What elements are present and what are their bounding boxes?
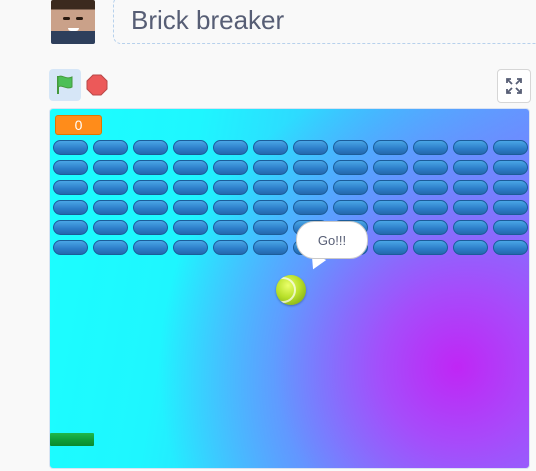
brick xyxy=(93,240,128,255)
brick xyxy=(373,180,408,195)
brick xyxy=(453,220,488,235)
brick xyxy=(333,140,368,155)
brick xyxy=(213,200,248,215)
brick xyxy=(53,160,88,175)
brick xyxy=(253,160,288,175)
brick xyxy=(493,240,528,255)
brick xyxy=(253,220,288,235)
stop-button[interactable] xyxy=(86,74,108,96)
avatar-eye xyxy=(76,17,83,20)
brick xyxy=(133,200,168,215)
brick xyxy=(93,200,128,215)
brick xyxy=(93,140,128,155)
project-title[interactable]: Brick breaker xyxy=(131,3,284,37)
brick xyxy=(53,220,88,235)
brick xyxy=(53,140,88,155)
brick xyxy=(453,180,488,195)
brick xyxy=(373,160,408,175)
brick xyxy=(453,160,488,175)
fullscreen-icon xyxy=(506,78,522,94)
avatar-eye xyxy=(63,17,70,20)
brick xyxy=(493,160,528,175)
brick xyxy=(373,200,408,215)
brick xyxy=(253,240,288,255)
game-stage[interactable]: 0 Go!!! xyxy=(49,108,530,469)
brick xyxy=(213,240,248,255)
green-flag-button[interactable] xyxy=(49,69,81,101)
brick xyxy=(413,240,448,255)
brick xyxy=(173,220,208,235)
brick xyxy=(133,240,168,255)
brick xyxy=(253,180,288,195)
brick xyxy=(413,160,448,175)
stop-sign-icon xyxy=(86,74,108,96)
brick xyxy=(53,200,88,215)
brick xyxy=(133,140,168,155)
brick xyxy=(493,180,528,195)
avatar-mouth xyxy=(68,28,79,31)
brick xyxy=(93,220,128,235)
brick xyxy=(53,240,88,255)
brick xyxy=(413,220,448,235)
speech-bubble: Go!!! xyxy=(296,221,368,259)
brick xyxy=(133,180,168,195)
brick xyxy=(213,160,248,175)
brick xyxy=(413,140,448,155)
brick xyxy=(173,140,208,155)
brick xyxy=(453,240,488,255)
score-display: 0 xyxy=(55,115,102,135)
brick xyxy=(133,220,168,235)
brick xyxy=(253,140,288,155)
brick xyxy=(373,140,408,155)
brick xyxy=(453,140,488,155)
brick xyxy=(293,140,328,155)
brick xyxy=(493,220,528,235)
brick xyxy=(93,180,128,195)
brick xyxy=(173,240,208,255)
brick xyxy=(253,200,288,215)
brick xyxy=(453,200,488,215)
brick xyxy=(333,160,368,175)
brick xyxy=(333,200,368,215)
user-avatar[interactable] xyxy=(51,0,95,44)
brick xyxy=(93,160,128,175)
brick xyxy=(373,220,408,235)
brick xyxy=(493,200,528,215)
brick xyxy=(293,180,328,195)
paddle-sprite xyxy=(50,433,94,446)
brick xyxy=(413,200,448,215)
brick xyxy=(173,200,208,215)
brick xyxy=(293,160,328,175)
brick xyxy=(413,180,448,195)
brick xyxy=(53,180,88,195)
brick xyxy=(173,180,208,195)
fullscreen-button[interactable] xyxy=(497,69,531,103)
brick xyxy=(333,180,368,195)
brick xyxy=(493,140,528,155)
brick xyxy=(213,140,248,155)
brick xyxy=(213,220,248,235)
brick xyxy=(293,200,328,215)
brick xyxy=(173,160,208,175)
brick xyxy=(133,160,168,175)
brick xyxy=(213,180,248,195)
ball-seam xyxy=(276,277,296,303)
green-flag-icon xyxy=(57,75,73,94)
brick xyxy=(373,240,408,255)
tennis-ball-sprite xyxy=(276,275,306,305)
